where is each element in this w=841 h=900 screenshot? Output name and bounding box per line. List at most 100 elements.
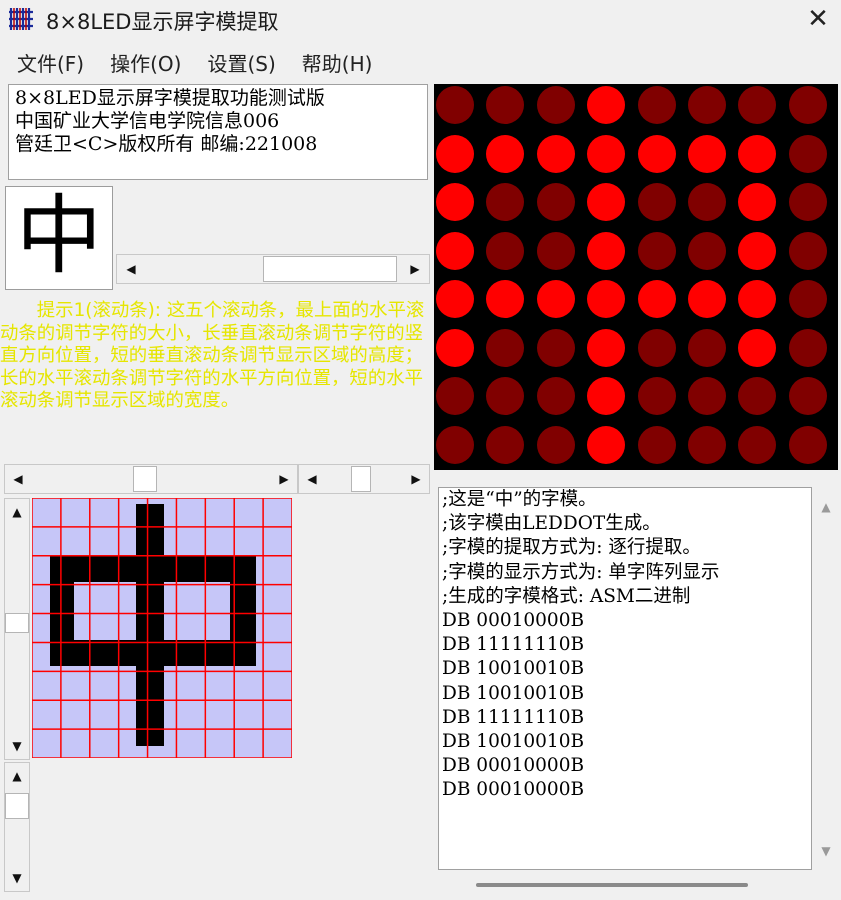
led-dot xyxy=(738,183,777,221)
code-line: ;字模的提取方式为: 逐行提取。 xyxy=(442,537,701,559)
led-dot xyxy=(637,377,676,415)
led-dot xyxy=(486,425,525,464)
led-dot xyxy=(536,231,575,270)
led-dot xyxy=(788,425,827,464)
led-dot xyxy=(637,183,676,221)
pixel-grid-editor[interactable] xyxy=(32,498,292,758)
led-dot xyxy=(788,134,827,173)
size-scrollbar[interactable]: ◀ ▶ xyxy=(116,254,430,284)
menu-help[interactable]: 帮助(H) xyxy=(302,44,373,80)
code-line: DB 11111110B xyxy=(442,706,585,728)
window-title: 8×8LED显示屏字模提取 xyxy=(46,10,279,34)
arrow-down-icon[interactable]: ▼ xyxy=(5,733,29,759)
arrow-up-icon[interactable]: ▲ xyxy=(814,495,838,519)
glyph-vertical-stroke xyxy=(136,504,164,746)
led-dot xyxy=(536,183,575,221)
led-dot xyxy=(587,377,626,415)
code-output[interactable]: ;这是“中”的字模。 ;该字模由LEDDOT生成。 ;字模的提取方式为: 逐行提取。… xyxy=(438,487,812,870)
led-dot xyxy=(436,183,474,221)
led-dot xyxy=(788,183,827,221)
led-dot xyxy=(738,134,777,173)
led-dot xyxy=(436,86,474,124)
menu-bar: 文件(F) 操作(O) 设置(S) 帮助(H) xyxy=(0,44,841,80)
led-dot xyxy=(536,280,575,318)
info-line-2: 中国矿业大学信电学院信息006 xyxy=(15,110,280,132)
arrow-up-icon[interactable]: ▲ xyxy=(5,763,29,789)
code-line: DB 00010000B xyxy=(442,755,585,777)
led-dot xyxy=(587,425,626,464)
scroll-thumb[interactable] xyxy=(5,793,29,819)
led-dot xyxy=(738,425,777,464)
scroll-thumb[interactable] xyxy=(5,613,29,633)
arrow-right-icon[interactable]: ▶ xyxy=(403,465,429,493)
led-dot xyxy=(788,328,827,367)
char-vertical-scrollbar[interactable]: ▲ ▼ xyxy=(4,498,30,760)
scroll-thumb[interactable] xyxy=(263,256,397,282)
char-horizontal-scrollbar[interactable]: ◀ ▶ xyxy=(4,464,298,494)
led-dot xyxy=(486,280,525,318)
code-line: DB 00010000B xyxy=(442,610,585,632)
grid-canvas[interactable] xyxy=(32,498,292,758)
arrow-left-icon[interactable]: ◀ xyxy=(117,255,145,283)
area-height-scrollbar[interactable]: ▲ ▼ xyxy=(4,762,30,892)
led-dot xyxy=(688,377,726,415)
scroll-thumb[interactable] xyxy=(133,466,157,492)
led-matrix-display xyxy=(434,84,838,470)
led-dot xyxy=(637,328,676,367)
arrow-down-icon[interactable]: ▼ xyxy=(5,865,29,891)
scroll-thumb[interactable] xyxy=(476,883,748,887)
led-dot xyxy=(688,183,726,221)
area-width-scrollbar[interactable]: ◀ ▶ xyxy=(298,464,430,494)
hint-text: 提示1(滚动条): 这五个滚动条，最上面的水平滚动条的调节字符的大小，长垂直滚动… xyxy=(0,300,425,411)
led-dot xyxy=(486,231,525,270)
led-dot xyxy=(486,134,525,173)
led-dot xyxy=(536,86,575,124)
code-line: ;生成的字模格式: ASM二进制 xyxy=(442,585,691,607)
arrow-down-icon[interactable]: ▼ xyxy=(814,839,838,863)
arrow-left-icon[interactable]: ◀ xyxy=(299,465,325,493)
led-dot xyxy=(486,86,525,124)
led-dot xyxy=(788,377,827,415)
led-dot xyxy=(486,183,525,221)
menu-file[interactable]: 文件(F) xyxy=(17,44,84,80)
led-dot xyxy=(637,86,676,124)
led-dot xyxy=(688,280,726,318)
led-dot xyxy=(637,134,676,173)
code-horizontal-scrollbar[interactable] xyxy=(438,870,838,900)
led-dot xyxy=(436,280,474,318)
info-textbox[interactable]: 8×8LED显示屏字模提取功能测试版 中国矿业大学信电学院信息006 管廷卫<C… xyxy=(8,84,428,180)
led-dot xyxy=(587,231,626,270)
led-dot xyxy=(587,328,626,367)
led-dot xyxy=(738,328,777,367)
close-button[interactable]: ✕ xyxy=(795,0,841,38)
led-dot xyxy=(536,377,575,415)
code-line: ;该字模由LEDDOT生成。 xyxy=(442,513,661,535)
led-dot xyxy=(688,231,726,270)
led-grid-icon xyxy=(8,6,36,32)
led-dot xyxy=(536,328,575,367)
code-line: DB 10010010B xyxy=(442,658,585,680)
code-line: DB 00010000B xyxy=(442,779,585,801)
led-dot xyxy=(536,134,575,173)
glyph-top-stroke xyxy=(50,556,256,582)
led-dot xyxy=(688,328,726,367)
menu-settings[interactable]: 设置(S) xyxy=(207,44,275,80)
led-dot xyxy=(738,377,777,415)
led-dot xyxy=(637,231,676,270)
menu-operate[interactable]: 操作(O) xyxy=(110,44,181,80)
led-dot xyxy=(688,86,726,124)
led-dot xyxy=(688,134,726,173)
arrow-up-icon[interactable]: ▲ xyxy=(5,499,29,525)
led-dot xyxy=(587,86,626,124)
led-dot xyxy=(688,425,726,464)
arrow-right-icon[interactable]: ▶ xyxy=(271,465,297,493)
arrow-right-icon[interactable]: ▶ xyxy=(401,255,429,283)
title-bar: 8×8LED显示屏字模提取 ✕ xyxy=(0,0,841,38)
code-line: ;这是“中”的字模。 xyxy=(442,489,597,510)
code-vertical-scrollbar[interactable]: ▲ ▼ xyxy=(812,487,841,870)
scroll-thumb[interactable] xyxy=(351,466,371,492)
code-line: DB 10010010B xyxy=(442,682,585,704)
led-dot xyxy=(637,280,676,318)
arrow-left-icon[interactable]: ◀ xyxy=(5,465,31,493)
close-icon: ✕ xyxy=(807,4,829,34)
